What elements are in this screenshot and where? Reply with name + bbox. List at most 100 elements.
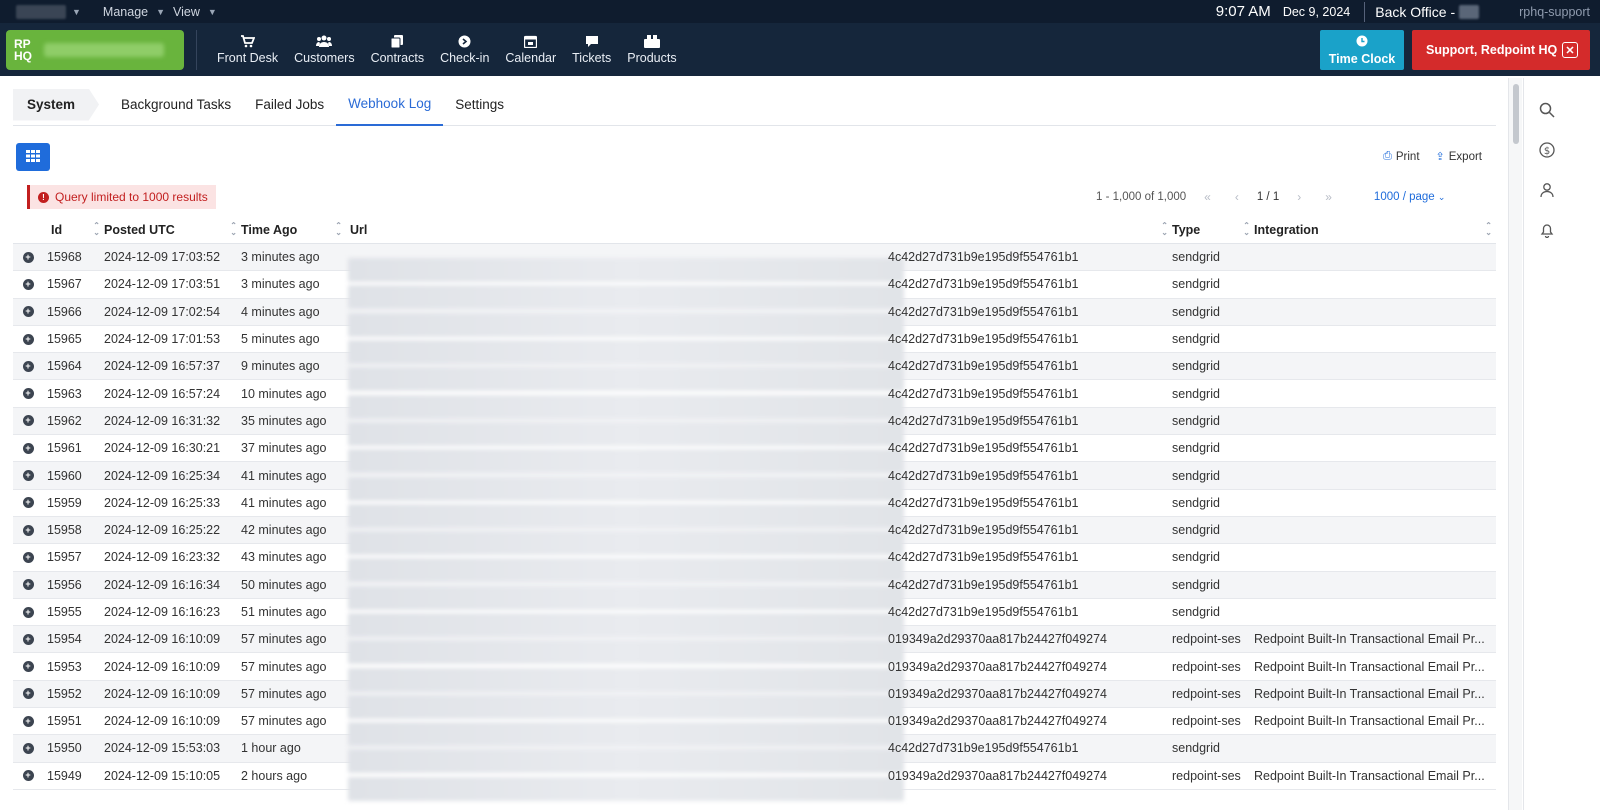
chevron-down-icon[interactable]: ▼ xyxy=(156,7,165,17)
page-indicator: 1 / 1 xyxy=(1256,191,1280,203)
expand-cell: + xyxy=(13,333,43,345)
expand-icon[interactable]: + xyxy=(22,415,34,427)
page-size-select[interactable]: 1000 / page ⌄ xyxy=(1374,191,1446,203)
app-logo[interactable]: RP HQ xyxy=(6,29,184,70)
export-button[interactable]: ⇪ Export xyxy=(1436,150,1482,164)
column-header-id[interactable]: Id ⌃ ⌄ xyxy=(13,217,104,244)
divider xyxy=(1364,1,1366,22)
nav-front-desk[interactable]: Front Desk xyxy=(217,34,278,65)
cell-time-ago: 1 hour ago xyxy=(241,741,301,756)
expand-icon[interactable]: + xyxy=(22,606,34,618)
expand-icon[interactable]: + xyxy=(22,688,34,700)
cell-posted: 2024-12-09 16:16:34 xyxy=(104,577,221,592)
cell-id: 15954 xyxy=(47,632,82,647)
expand-icon[interactable]: + xyxy=(22,579,34,591)
user-menu[interactable]: rphq-support xyxy=(1519,5,1590,19)
column-header-time-ago[interactable]: Time Ago ⌃ ⌄ xyxy=(241,217,346,244)
cell-id: 15968 xyxy=(47,250,82,265)
cell-integration: Redpoint Built-In Transactional Email Pr… xyxy=(1254,660,1496,674)
cell-type: sendgrid xyxy=(1172,523,1220,538)
nav-products[interactable]: Products xyxy=(627,34,677,65)
bell-icon[interactable] xyxy=(1539,222,1555,239)
last-page-icon[interactable]: » xyxy=(1325,190,1332,204)
sort-icon[interactable]: ⌃ ⌄ xyxy=(335,221,342,236)
account-switcher[interactable] xyxy=(16,4,66,19)
redacted-url xyxy=(348,476,904,501)
menu-manage[interactable]: Manage xyxy=(103,5,148,19)
query-limit-alert: ! Query limited to 1000 results xyxy=(27,185,216,209)
nav-check-in[interactable]: Check-in xyxy=(440,34,489,65)
sort-icon[interactable]: ⌃ ⌄ xyxy=(1243,221,1250,236)
cell-time-ago: 57 minutes ago xyxy=(241,632,327,647)
nav-tickets[interactable]: Tickets xyxy=(572,34,611,65)
expand-icon[interactable]: + xyxy=(22,388,34,400)
sort-icon[interactable]: ⌃ ⌄ xyxy=(93,221,100,236)
expand-icon[interactable]: + xyxy=(22,770,34,782)
integration-name: Redpoint Built-In Transactional Email Pr… xyxy=(1254,686,1485,701)
dollar-icon[interactable]: $ xyxy=(1539,142,1555,158)
tab-background-tasks[interactable]: Background Tasks xyxy=(109,84,243,126)
menu-view[interactable]: View xyxy=(173,5,200,19)
main-nav: RP HQ Front Desk Customers Contracts Chec… xyxy=(0,23,1600,76)
sort-icon[interactable]: ⌃ ⌄ xyxy=(1485,221,1492,236)
cell-time-ago: 41 minutes ago xyxy=(241,495,327,510)
column-chooser-button[interactable] xyxy=(16,143,50,171)
chevron-down-icon[interactable]: ▼ xyxy=(72,7,81,17)
expand-icon[interactable]: + xyxy=(22,306,34,318)
page-scrollbar[interactable] xyxy=(1508,78,1522,810)
expand-icon[interactable]: + xyxy=(22,360,34,372)
expand-icon[interactable]: + xyxy=(22,278,34,290)
prev-page-icon[interactable]: ‹ xyxy=(1235,190,1239,204)
printer-icon: ⎙ xyxy=(1383,150,1392,162)
expand-icon[interactable]: + xyxy=(22,442,34,454)
expand-icon[interactable]: + xyxy=(22,742,34,754)
expand-icon[interactable]: + xyxy=(22,497,34,509)
tab-webhook-log[interactable]: Webhook Log xyxy=(336,84,444,126)
expand-icon[interactable]: + xyxy=(22,633,34,645)
redacted-url xyxy=(348,503,904,528)
time-clock-button[interactable]: Time Clock xyxy=(1320,30,1404,70)
expand-cell: + xyxy=(13,715,43,727)
svg-text:$: $ xyxy=(1544,146,1550,157)
column-header-integration[interactable]: Integration ⌃ ⌄ xyxy=(1254,217,1496,244)
tab-settings[interactable]: Settings xyxy=(443,84,516,126)
first-page-icon[interactable]: « xyxy=(1204,190,1211,204)
cell-time-ago: 9 minutes ago xyxy=(241,359,320,374)
sort-icon[interactable]: ⌃ ⌄ xyxy=(230,221,237,236)
column-header-url[interactable]: Url ⌃ ⌄ xyxy=(346,217,1172,244)
chevron-down-icon[interactable]: ▼ xyxy=(208,7,217,17)
pagination: 1 - 1,000 of 1,000 « ‹ 1 / 1 › » 1000 / … xyxy=(1096,190,1445,204)
sort-icon[interactable]: ⌃ ⌄ xyxy=(1161,221,1168,236)
nav-customers[interactable]: Customers xyxy=(294,34,355,65)
expand-icon[interactable]: + xyxy=(22,661,34,673)
close-icon[interactable]: ✕ xyxy=(1562,42,1578,58)
cell-time-ago: 57 minutes ago xyxy=(241,686,327,701)
cell-type: sendgrid xyxy=(1172,277,1220,292)
table-row[interactable]: +15968 2024-12-09 17:03:52 3 minutes ago 4c… xyxy=(13,244,1496,283)
print-button[interactable]: ⎙ Print xyxy=(1383,150,1419,163)
scrollbar-thumb[interactable] xyxy=(1513,84,1519,144)
nav-calendar[interactable]: Calendar xyxy=(505,34,556,65)
user-icon[interactable] xyxy=(1539,182,1555,198)
back-office-label[interactable]: Back Office - xyxy=(1375,4,1480,20)
column-header-type[interactable]: Type ⌃ ⌄ xyxy=(1172,217,1254,244)
url-suffix: 4c42d27d731b9e195d9f554761b1 xyxy=(888,523,1079,538)
search-icon[interactable] xyxy=(1539,102,1555,118)
expand-icon[interactable]: + xyxy=(22,715,34,727)
expand-icon[interactable]: + xyxy=(22,470,34,482)
expand-cell: + xyxy=(13,606,43,618)
expand-cell: + xyxy=(13,497,43,509)
expand-icon[interactable]: + xyxy=(22,524,34,536)
url-suffix: 4c42d27d731b9e195d9f554761b1 xyxy=(888,741,1079,756)
next-page-icon[interactable]: › xyxy=(1297,190,1301,204)
tab-failed-jobs[interactable]: Failed Jobs xyxy=(243,84,336,126)
expand-icon[interactable]: + xyxy=(22,333,34,345)
column-header-posted[interactable]: Posted UTC ⌃ ⌄ xyxy=(104,217,241,244)
redacted-url xyxy=(348,394,904,419)
nav-contracts[interactable]: Contracts xyxy=(371,34,424,65)
expand-icon[interactable]: + xyxy=(22,251,34,263)
expand-icon[interactable]: + xyxy=(22,551,34,563)
redacted-url xyxy=(348,421,904,446)
support-user-button[interactable]: Support, Redpoint HQ ✕ xyxy=(1412,30,1590,70)
breadcrumb-system[interactable]: System xyxy=(13,88,100,121)
